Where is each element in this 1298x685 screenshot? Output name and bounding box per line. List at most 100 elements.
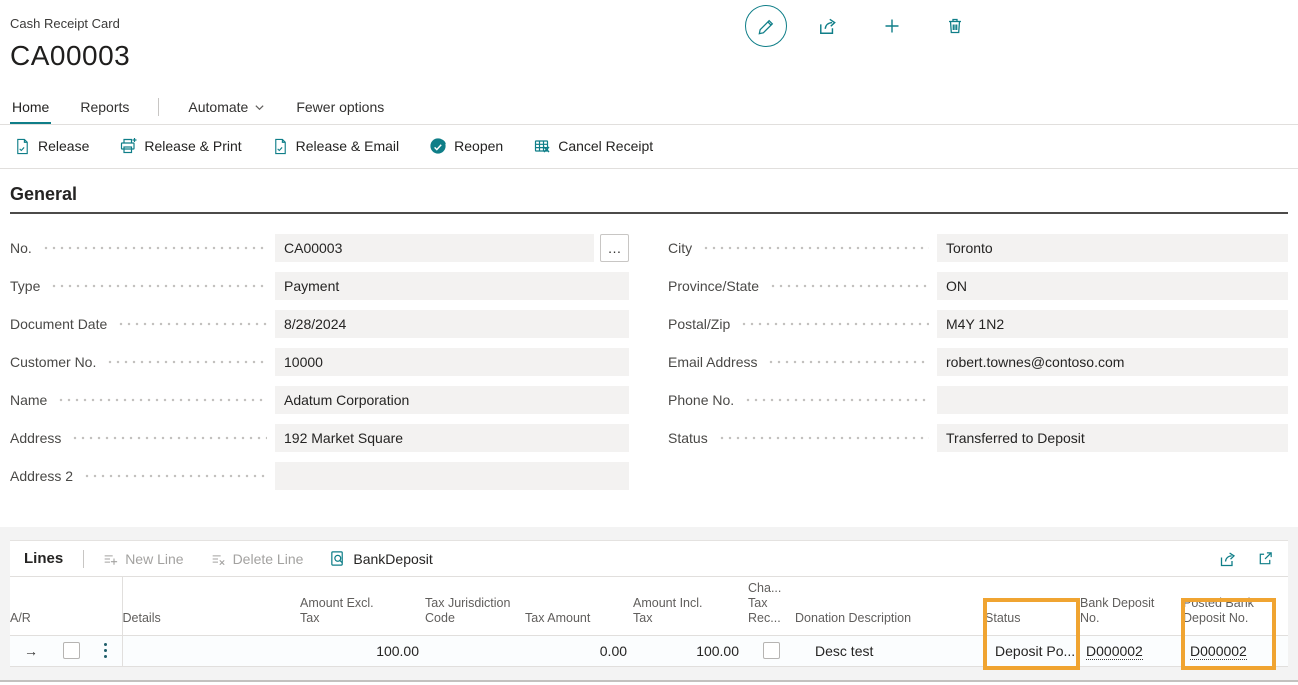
tax-jurisdiction-code-cell[interactable] <box>425 635 525 666</box>
dotted-leader <box>71 436 267 440</box>
dotted-leader <box>702 246 929 250</box>
column-header-tax-amount[interactable]: Tax Amount <box>525 577 633 635</box>
postal-zip-field[interactable]: M4Y 1N2 <box>937 310 1288 338</box>
dotted-leader <box>718 436 929 440</box>
new-line-icon <box>102 551 118 567</box>
release-and-email-button[interactable]: Release & Email <box>272 138 400 155</box>
customer-no-field[interactable]: 10000 <box>275 348 629 376</box>
column-header-status[interactable]: Status <box>985 577 1080 635</box>
amount-excl-tax-cell[interactable]: 100.00 <box>300 635 425 666</box>
status-label: Status <box>668 430 708 446</box>
system-action-bar <box>745 5 965 47</box>
phone-no-label: Phone No. <box>668 392 734 408</box>
status-field[interactable]: Transferred to Deposit <box>937 424 1288 452</box>
current-row-indicator: → <box>10 635 52 666</box>
general-form: No. CA00003 … Type Payment Document Date… <box>10 234 1288 500</box>
cancel-receipt-button[interactable]: Cancel Receipt <box>533 137 653 155</box>
share-button[interactable] <box>818 16 838 36</box>
delete-line-icon <box>210 551 226 567</box>
dotted-leader <box>767 360 929 364</box>
printer-icon <box>119 137 137 155</box>
tab-home[interactable]: Home <box>10 95 51 124</box>
line-status-cell[interactable]: Deposit Po... <box>985 635 1080 666</box>
details-cell[interactable] <box>122 635 300 666</box>
release-email-icon <box>272 138 289 155</box>
column-label: Details <box>123 611 301 626</box>
column-header-posted-bank-deposit-no[interactable]: Posted Bank Deposit No. <box>1183 577 1288 635</box>
lines-data-row: → 100.00 0.00 100.00 <box>10 635 1288 666</box>
lines-section: Lines New Line Del <box>0 527 1298 682</box>
address-2-field[interactable] <box>275 462 629 490</box>
column-header-tax-jurisdiction-code[interactable]: Tax Jurisdiction Code <box>425 577 525 635</box>
field-row-address-2: Address 2 <box>10 462 629 490</box>
email-address-field[interactable]: robert.townes@contoso.com <box>937 348 1288 376</box>
chevron-down-icon <box>254 102 265 113</box>
column-header-donation-description[interactable]: Donation Description <box>795 577 985 635</box>
tab-automate-label: Automate <box>188 99 248 115</box>
new-line-button[interactable]: New Line <box>102 551 183 567</box>
column-header-charitable-tax-receipt[interactable]: Cha... Tax Rec... <box>748 577 795 635</box>
dotted-leader <box>740 322 929 326</box>
bank-deposit-label: BankDeposit <box>353 551 432 567</box>
column-header-bank-deposit-no[interactable]: Bank Deposit No. <box>1080 577 1183 635</box>
tab-fewer-options[interactable]: Fewer options <box>294 95 386 124</box>
city-field[interactable]: Toronto <box>937 234 1288 262</box>
bank-deposit-no-link[interactable]: D000002 <box>1086 643 1143 660</box>
share-lines-button[interactable] <box>1219 550 1237 568</box>
bank-deposit-lookup-icon <box>329 550 346 567</box>
lines-title: Lines <box>24 550 63 567</box>
cash-receipt-card-page: Cash Receipt Card <box>0 0 1298 685</box>
column-label: A/R <box>10 611 122 626</box>
charitable-tax-receipt-checkbox[interactable] <box>763 642 780 659</box>
bank-deposit-button[interactable]: BankDeposit <box>329 550 432 567</box>
delete-line-button[interactable]: Delete Line <box>210 551 304 567</box>
release-and-print-button[interactable]: Release & Print <box>119 137 241 155</box>
type-field[interactable]: Payment <box>275 272 629 300</box>
name-field[interactable]: Adatum Corporation <box>275 386 629 414</box>
general-right-column: City Toronto Province/State ON Postal/Zi… <box>668 234 1288 500</box>
address-field[interactable]: 192 Market Square <box>275 424 629 452</box>
column-label: No. <box>1080 611 1183 626</box>
document-date-field[interactable]: 8/28/2024 <box>275 310 629 338</box>
reopen-icon <box>429 137 447 155</box>
no-label: No. <box>10 240 32 256</box>
address-label: Address <box>10 430 61 446</box>
field-row-address: Address 192 Market Square <box>10 424 629 452</box>
column-header-ar[interactable]: A/R <box>10 577 122 635</box>
column-header-amount-excl-tax[interactable]: Amount Excl. Tax <box>300 577 425 635</box>
tab-automate[interactable]: Automate <box>186 95 267 124</box>
no-field[interactable]: CA00003 <box>275 234 594 262</box>
row-options-handle[interactable] <box>90 635 122 666</box>
donation-description-cell[interactable]: Desc test <box>795 635 985 666</box>
reopen-label: Reopen <box>454 138 503 154</box>
page-title: CA00003 <box>10 40 1288 72</box>
dotted-leader <box>42 246 267 250</box>
general-section-title[interactable]: General <box>10 184 1288 214</box>
edit-button[interactable] <box>745 5 787 47</box>
column-label: Rec... <box>748 611 795 626</box>
field-row-type: Type Payment <box>10 272 629 300</box>
tax-amount-cell[interactable]: 0.00 <box>525 635 633 666</box>
reopen-button[interactable]: Reopen <box>429 137 503 155</box>
focus-mode-expand-button[interactable] <box>1257 550 1274 567</box>
tab-reports[interactable]: Reports <box>78 95 131 124</box>
phone-no-field[interactable] <box>937 386 1288 414</box>
column-header-amount-incl-tax[interactable]: Amount Incl. Tax <box>633 577 748 635</box>
posted-bank-deposit-no-link[interactable]: D000002 <box>1190 643 1247 660</box>
add-button[interactable] <box>882 16 902 36</box>
postal-zip-label: Postal/Zip <box>668 316 730 332</box>
column-header-details[interactable]: Details <box>122 577 300 635</box>
row-select-checkbox[interactable] <box>63 642 80 659</box>
field-row-name: Name Adatum Corporation <box>10 386 629 414</box>
field-row-postal-zip: Postal/Zip M4Y 1N2 <box>668 310 1288 338</box>
release-and-print-label: Release & Print <box>144 138 241 154</box>
dotted-leader <box>769 284 929 288</box>
release-button[interactable]: Release <box>14 138 89 155</box>
no-assist-edit-button[interactable]: … <box>600 234 629 262</box>
document-date-label: Document Date <box>10 316 107 332</box>
amount-incl-tax-cell[interactable]: 100.00 <box>633 635 748 666</box>
bank-deposit-no-cell: D000002 <box>1080 635 1183 666</box>
field-row-province-state: Province/State ON <box>668 272 1288 300</box>
delete-button[interactable] <box>945 16 965 36</box>
province-state-field[interactable]: ON <box>937 272 1288 300</box>
